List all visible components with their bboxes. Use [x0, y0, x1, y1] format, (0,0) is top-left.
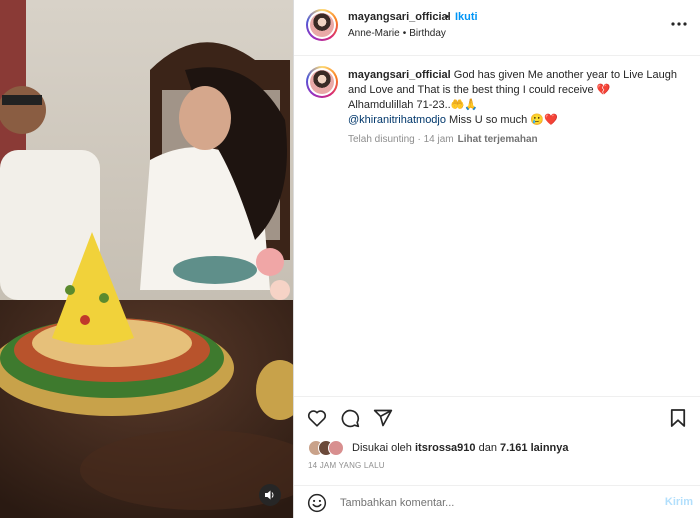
audio-song[interactable]: Birthday	[409, 28, 446, 39]
broken-heart-emoji: 💔	[596, 84, 611, 96]
caption-username-link[interactable]: mayangsari_official	[348, 69, 451, 81]
heart-icon	[307, 410, 327, 427]
audio-attribution[interactable]: Anne-Marie • Birthday	[348, 28, 446, 39]
bookmark-icon	[670, 409, 686, 427]
caption-meta: Telah disunting · 14 jam Lihat terjemahan	[348, 134, 538, 145]
more-options-button[interactable]	[669, 14, 689, 34]
audio-separator: •	[402, 28, 407, 39]
smiley-icon	[307, 493, 327, 513]
action-bar	[294, 396, 700, 436]
author-username-link[interactable]: mayangsari_official	[348, 11, 451, 23]
comment-button[interactable]	[339, 407, 361, 429]
caption-line-2: Alhamdulillah 71-23..	[348, 99, 451, 111]
author-avatar[interactable]	[306, 9, 338, 41]
post-side-panel: mayangsari_official • Ikuti Anne-Marie • B…	[293, 0, 700, 518]
likes-count-link[interactable]: 7.161 lainnya	[500, 442, 569, 454]
more-horizontal-icon	[671, 22, 687, 26]
pray-emoji: 🤲🙏	[450, 99, 479, 111]
save-button[interactable]	[667, 407, 689, 429]
post-video-frame	[0, 0, 293, 518]
comment-input[interactable]	[340, 494, 640, 512]
header-dot-separator: •	[445, 11, 449, 23]
likes-middle: dan	[475, 442, 500, 454]
liker-avatar[interactable]	[328, 440, 344, 456]
emoji-picker-button[interactable]	[307, 493, 327, 513]
speaker-icon	[265, 490, 274, 500]
post-header: mayangsari_official • Ikuti Anne-Marie • B…	[294, 0, 700, 56]
post-media[interactable]	[0, 0, 293, 518]
edited-timestamp: Telah disunting · 14 jam	[348, 134, 454, 145]
follow-button[interactable]: Ikuti	[455, 11, 478, 23]
like-button[interactable]	[306, 407, 328, 429]
see-translation-button[interactable]: Lihat terjemahan	[458, 134, 538, 145]
caption-line-3: Miss U so much	[446, 114, 531, 126]
caption-text: mayangsari_official God has given Me ano…	[348, 68, 693, 128]
likes-prefix: Disukai oleh	[352, 442, 415, 454]
likes-text: Disukai oleh itsrossa910 dan 7.161 lainn…	[352, 442, 569, 454]
share-icon	[373, 409, 393, 427]
comment-bar: Kirim	[294, 485, 700, 518]
mention-link[interactable]: @khiranitrihatmodjo	[348, 114, 446, 126]
caption-author-avatar[interactable]	[306, 66, 338, 98]
liker-username-link[interactable]: itsrossa910	[415, 442, 476, 454]
send-comment-button[interactable]: Kirim	[665, 496, 693, 508]
audio-artist[interactable]: Anne-Marie	[348, 28, 400, 39]
comment-icon	[341, 409, 360, 428]
mute-toggle-button[interactable]	[259, 484, 281, 506]
post-timestamp[interactable]: 14 JAM YANG LALU	[308, 461, 385, 470]
share-button[interactable]	[372, 407, 394, 429]
heart-emoji: 🥲❤️	[530, 114, 558, 126]
